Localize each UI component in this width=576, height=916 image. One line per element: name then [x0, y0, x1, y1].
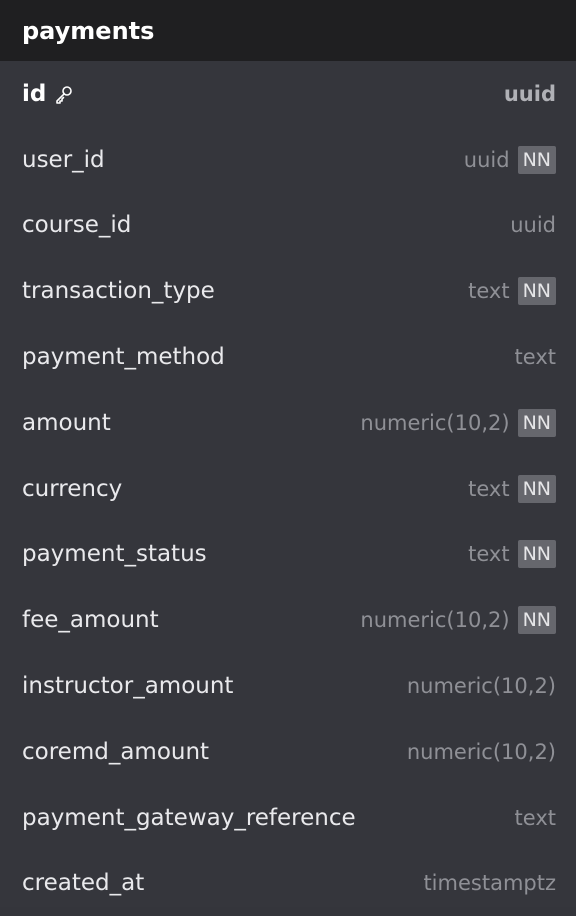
column-row-course-id[interactable]: course_id uuid [0, 193, 576, 259]
not-null-badge: NN [517, 474, 556, 503]
column-type-cell: timestamptz [423, 871, 556, 895]
column-type-cell: uuid [504, 82, 556, 106]
column-type: numeric(10,2) [406, 739, 556, 764]
column-type: uuid [510, 213, 556, 238]
column-type: text [468, 476, 510, 501]
column-row-payment-method[interactable]: payment_method text [0, 324, 576, 390]
column-list: id uuid user_id uuid NN course_id uuid transact… [0, 61, 576, 916]
column-name: instructor_amount [22, 673, 234, 700]
column-type-cell: uuid [510, 213, 556, 237]
column-type: numeric(10,2) [360, 410, 510, 435]
column-row-payment-gateway-reference[interactable]: payment_gateway_reference text [0, 785, 576, 851]
not-null-badge: NN [517, 408, 556, 437]
not-null-badge: NN [517, 277, 556, 306]
column-name-cell: currency [22, 476, 122, 502]
column-name: amount [22, 409, 111, 436]
column-name-cell: amount [22, 410, 111, 436]
column-row-transaction-type[interactable]: transaction_type text NN [0, 258, 576, 324]
column-name: payment_method [22, 344, 225, 371]
column-name-cell: payment_method [22, 344, 225, 370]
column-type-cell: numeric(10,2) NN [360, 606, 556, 635]
not-null-badge: NN [517, 145, 556, 174]
column-type-cell: text NN [468, 540, 556, 569]
column-name-cell: course_id [22, 212, 131, 238]
column-name-cell: transaction_type [22, 278, 215, 304]
column-type-cell: uuid NN [463, 145, 556, 174]
column-name-cell: instructor_amount [22, 673, 233, 699]
column-name-cell: fee_amount [22, 607, 159, 633]
column-name-cell: payment_status [22, 541, 207, 567]
column-type-cell: text NN [468, 277, 556, 306]
column-row-instructor-amount[interactable]: instructor_amount numeric(10,2) [0, 653, 576, 719]
column-row-payment-status[interactable]: payment_status text NN [0, 522, 576, 588]
column-row-user-id[interactable]: user_id uuid NN [0, 127, 576, 193]
column-type: text [468, 542, 510, 567]
not-null-badge: NN [517, 606, 556, 635]
column-type: numeric(10,2) [406, 674, 556, 699]
column-type: text [514, 345, 556, 370]
column-type: uuid [463, 147, 510, 172]
column-name: fee_amount [22, 607, 159, 634]
column-row-currency[interactable]: currency text NN [0, 456, 576, 522]
column-name: payment_status [22, 541, 207, 568]
column-row-fee-amount[interactable]: fee_amount numeric(10,2) NN [0, 587, 576, 653]
column-row-id[interactable]: id uuid [0, 61, 576, 127]
column-type-cell: text NN [468, 474, 556, 503]
key-icon [54, 84, 74, 104]
column-type: uuid [503, 81, 556, 106]
column-name: payment_gateway_reference [22, 804, 356, 831]
column-name: currency [22, 475, 123, 502]
column-name: transaction_type [22, 278, 215, 305]
column-type: text [468, 279, 510, 304]
table-node-payments[interactable]: payments id uuid user_id uuid NN course_id uui… [0, 0, 576, 907]
column-row-amount[interactable]: amount numeric(10,2) NN [0, 390, 576, 456]
column-name-cell: id [22, 81, 74, 107]
not-null-badge: NN [517, 540, 556, 569]
column-type: timestamptz [423, 871, 556, 896]
column-name-cell: payment_gateway_reference [22, 805, 356, 831]
table-title: payments [22, 16, 155, 45]
column-type-cell: text [515, 345, 556, 369]
column-name: course_id [22, 212, 132, 239]
column-name: user_id [22, 146, 105, 173]
column-type: text [514, 805, 556, 830]
column-name: id [22, 80, 47, 107]
column-type-cell: text [515, 806, 556, 830]
column-name-cell: created_at [22, 870, 144, 896]
column-type: numeric(10,2) [360, 608, 510, 633]
column-type-cell: numeric(10,2) NN [360, 408, 556, 437]
column-type-cell: numeric(10,2) [407, 674, 556, 698]
column-name-cell: coremd_amount [22, 739, 209, 765]
column-name: coremd_amount [22, 738, 210, 765]
table-header[interactable]: payments [0, 0, 576, 61]
column-row-coremd-amount[interactable]: coremd_amount numeric(10,2) [0, 719, 576, 785]
column-row-created-at[interactable]: created_at timestamptz [0, 851, 576, 916]
column-name: created_at [22, 870, 145, 897]
column-name-cell: user_id [22, 147, 105, 173]
column-type-cell: numeric(10,2) [407, 740, 556, 764]
